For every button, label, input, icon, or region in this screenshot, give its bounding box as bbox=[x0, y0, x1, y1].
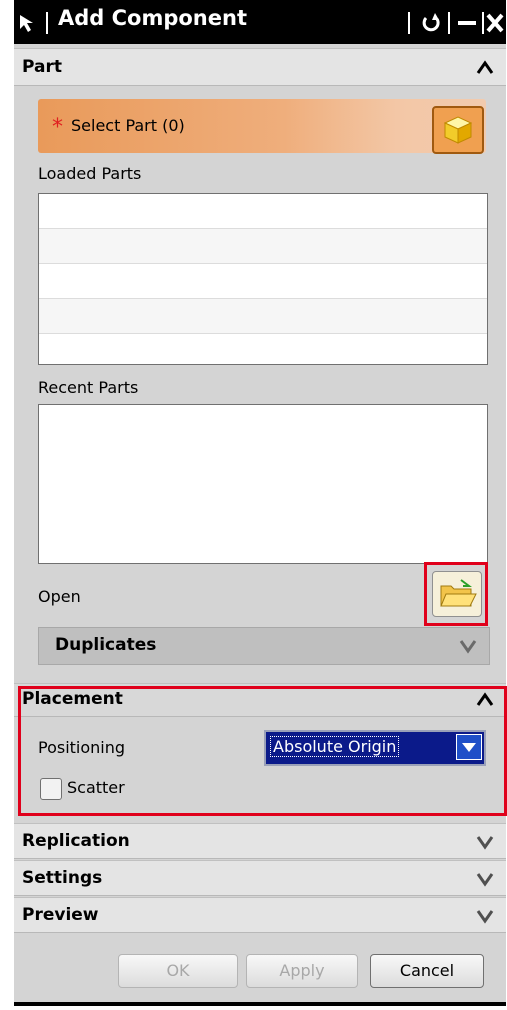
title-separator bbox=[46, 12, 48, 34]
cursor-arrow-icon bbox=[20, 15, 33, 32]
title-separator bbox=[408, 12, 410, 34]
duplicates-label: Duplicates bbox=[55, 635, 157, 655]
close-icon[interactable] bbox=[482, 10, 507, 36]
replication-section-header[interactable]: Replication bbox=[14, 823, 506, 859]
placement-highlight-box bbox=[18, 686, 507, 816]
chevron-up-icon[interactable] bbox=[474, 57, 496, 79]
recent-parts-label: Recent Parts bbox=[38, 378, 139, 397]
dialog-title: Add Component bbox=[58, 6, 247, 30]
reset-icon[interactable] bbox=[418, 10, 444, 36]
cube-icon bbox=[443, 116, 473, 144]
chevron-down-icon[interactable] bbox=[474, 831, 496, 853]
duplicates-subsection[interactable]: Duplicates bbox=[38, 627, 490, 665]
select-part-bar[interactable]: * Select Part (0) bbox=[38, 99, 486, 153]
list-item[interactable] bbox=[39, 264, 487, 299]
list-item[interactable] bbox=[39, 334, 487, 363]
list-item[interactable] bbox=[39, 229, 487, 264]
select-part-label: * Select Part (0) bbox=[52, 115, 185, 140]
list-item[interactable] bbox=[39, 299, 487, 334]
open-folder-button[interactable] bbox=[432, 571, 482, 617]
settings-section-label: Settings bbox=[22, 868, 103, 888]
preview-section-header[interactable]: Preview bbox=[14, 897, 506, 933]
bottom-border bbox=[14, 1002, 506, 1006]
open-folder-icon bbox=[440, 579, 477, 607]
select-part-cube-button[interactable] bbox=[432, 106, 484, 154]
loaded-parts-label: Loaded Parts bbox=[38, 164, 142, 183]
preview-section-label: Preview bbox=[22, 905, 99, 925]
chevron-down-icon[interactable] bbox=[474, 905, 496, 927]
apply-button[interactable]: Apply bbox=[246, 954, 358, 988]
list-item[interactable] bbox=[39, 194, 487, 229]
cancel-button[interactable]: Cancel bbox=[370, 954, 484, 988]
chevron-down-icon[interactable] bbox=[474, 868, 496, 890]
part-section-label: Part bbox=[22, 57, 62, 77]
part-section-header[interactable]: Part bbox=[14, 48, 506, 86]
title-separator bbox=[448, 12, 450, 34]
add-component-dialog: Add Component Part * Select Part (0) Loa… bbox=[14, 0, 507, 1006]
minimize-icon[interactable] bbox=[454, 10, 480, 36]
loaded-parts-list[interactable] bbox=[38, 193, 488, 365]
required-star-icon: * bbox=[52, 115, 63, 140]
title-bar: Add Component bbox=[14, 0, 506, 44]
replication-section-label: Replication bbox=[22, 831, 130, 851]
open-label: Open bbox=[38, 587, 81, 606]
recent-parts-list[interactable] bbox=[38, 404, 488, 564]
ok-button[interactable]: OK bbox=[118, 954, 238, 988]
chevron-down-icon[interactable] bbox=[457, 635, 479, 657]
settings-section-header[interactable]: Settings bbox=[14, 860, 506, 896]
